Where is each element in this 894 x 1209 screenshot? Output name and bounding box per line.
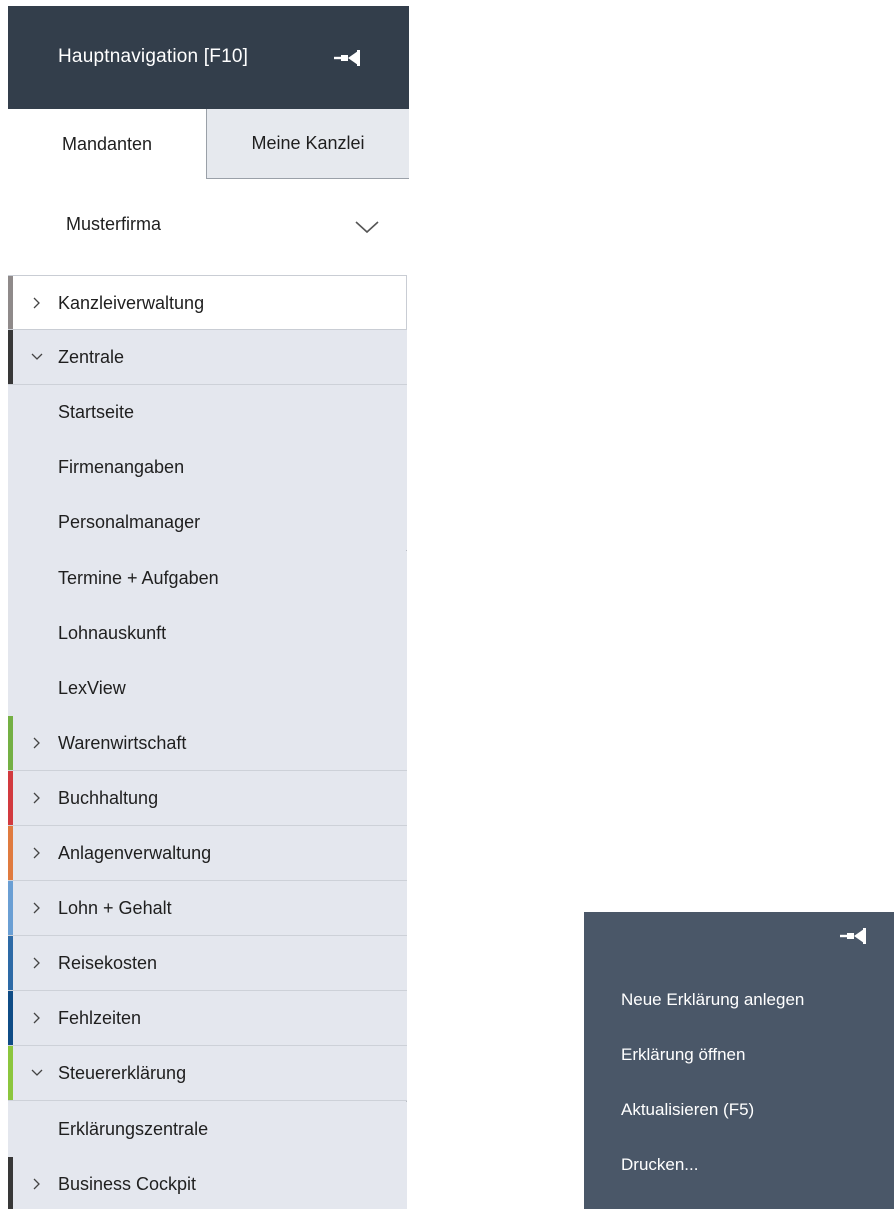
nav-item-label: Fehlzeiten [58,1008,142,1028]
client-dropdown[interactable]: Musterfirma [8,179,409,275]
new-declaration-action[interactable]: Neue Erklärung anlegen [621,990,804,1010]
nav-section-anlagenverwaltung[interactable]: Anlagenverwaltung [8,826,407,881]
navigation-menu: Kanzleiverwaltung Zentrale Startseite Firme… [8,275,407,1209]
nav-item-firmenangaben[interactable]: Firmenangaben [8,440,407,495]
nav-section-buchhaltung[interactable]: Buchhaltung [8,771,407,826]
nav-item-label: Warenwirtschaft [58,733,187,753]
chevron-down-icon [30,347,44,367]
chevron-right-icon [30,788,44,808]
open-declaration-action[interactable]: Erklärung öffnen [621,1045,745,1065]
chevron-right-icon [30,733,44,753]
nav-item-label: Firmenangaben [58,457,185,477]
chevron-right-icon [30,1008,44,1028]
nav-item-label: Anlagenverwaltung [58,843,212,863]
nav-item-termine-aufgaben[interactable]: Termine + Aufgaben [8,551,407,606]
pin-icon[interactable] [834,925,870,947]
print-action[interactable]: Drucken... [621,1155,698,1175]
nav-section-zentrale[interactable]: Zentrale [8,330,407,385]
nav-item-label: Termine + Aufgaben [58,568,219,588]
section-color-stripe [8,881,13,935]
nav-item-label: LexView [58,678,126,698]
nav-item-label: Reisekosten [58,953,158,973]
nav-section-lohn-gehalt[interactable]: Lohn + Gehalt [8,881,407,936]
nav-item-label: Buchhaltung [58,788,159,808]
nav-item-label: Zentrale [58,347,125,367]
section-color-stripe [8,1046,13,1100]
nav-item-label: Personalmanager [58,512,201,532]
section-color-stripe [8,771,13,825]
nav-item-label: Erklärungszentrale [58,1119,209,1139]
section-color-stripe [8,991,13,1045]
context-panel: Neue Erklärung anlegen Erklärung öffnen … [584,912,894,1209]
main-navigation-panel: Hauptnavigation [F10] Mandanten Meine Ka… [8,6,409,1209]
section-color-stripe [8,936,13,990]
tab-meine-kanzlei[interactable]: Meine Kanzlei [206,109,409,179]
nav-section-reisekosten[interactable]: Reisekosten [8,936,407,991]
chevron-right-icon [30,953,44,973]
nav-item-startseite[interactable]: Startseite [8,385,407,440]
client-dropdown-value: Musterfirma [66,214,162,234]
navigation-tabs: Mandanten Meine Kanzlei [8,109,409,179]
navigation-title: Hauptnavigation [F10] [58,46,249,67]
nav-item-label: Startseite [58,402,135,422]
section-color-stripe [8,330,13,384]
nav-item-erklaerungszentrale[interactable]: Erklärungszentrale [8,1102,407,1157]
refresh-action[interactable]: Aktualisieren (F5) [621,1100,754,1120]
nav-section-kanzleiverwaltung[interactable]: Kanzleiverwaltung [8,275,407,330]
chevron-down-icon [354,219,380,235]
nav-item-personalmanager[interactable]: Personalmanager [8,495,407,550]
section-color-stripe [8,276,13,329]
tab-mandanten[interactable]: Mandanten [8,109,206,179]
section-color-stripe [8,826,13,880]
chevron-right-icon [30,898,44,918]
nav-section-warenwirtschaft[interactable]: Warenwirtschaft [8,716,407,771]
section-color-stripe [8,716,13,770]
chevron-right-icon [30,843,44,863]
nav-item-label: Lohn + Gehalt [58,898,172,918]
chevron-down-icon [30,1063,44,1083]
nav-section-business-cockpit[interactable]: Business Cockpit [8,1157,407,1209]
section-color-stripe [8,1157,13,1209]
chevron-right-icon [30,1174,44,1194]
nav-item-label: Kanzleiverwaltung [58,293,205,313]
pin-icon[interactable] [328,47,364,69]
chevron-right-icon [30,293,44,313]
nav-item-lexview[interactable]: LexView [8,661,407,716]
nav-item-label: Steuererklärung [58,1063,187,1083]
nav-item-lohnauskunft[interactable]: Lohnauskunft [8,606,407,661]
nav-section-steuererklaerung[interactable]: Steuererklärung [8,1046,407,1101]
nav-item-label: Business Cockpit [58,1174,197,1194]
nav-item-label: Lohnauskunft [58,623,167,643]
navigation-header: Hauptnavigation [F10] [8,6,409,109]
nav-section-fehlzeiten[interactable]: Fehlzeiten [8,991,407,1046]
